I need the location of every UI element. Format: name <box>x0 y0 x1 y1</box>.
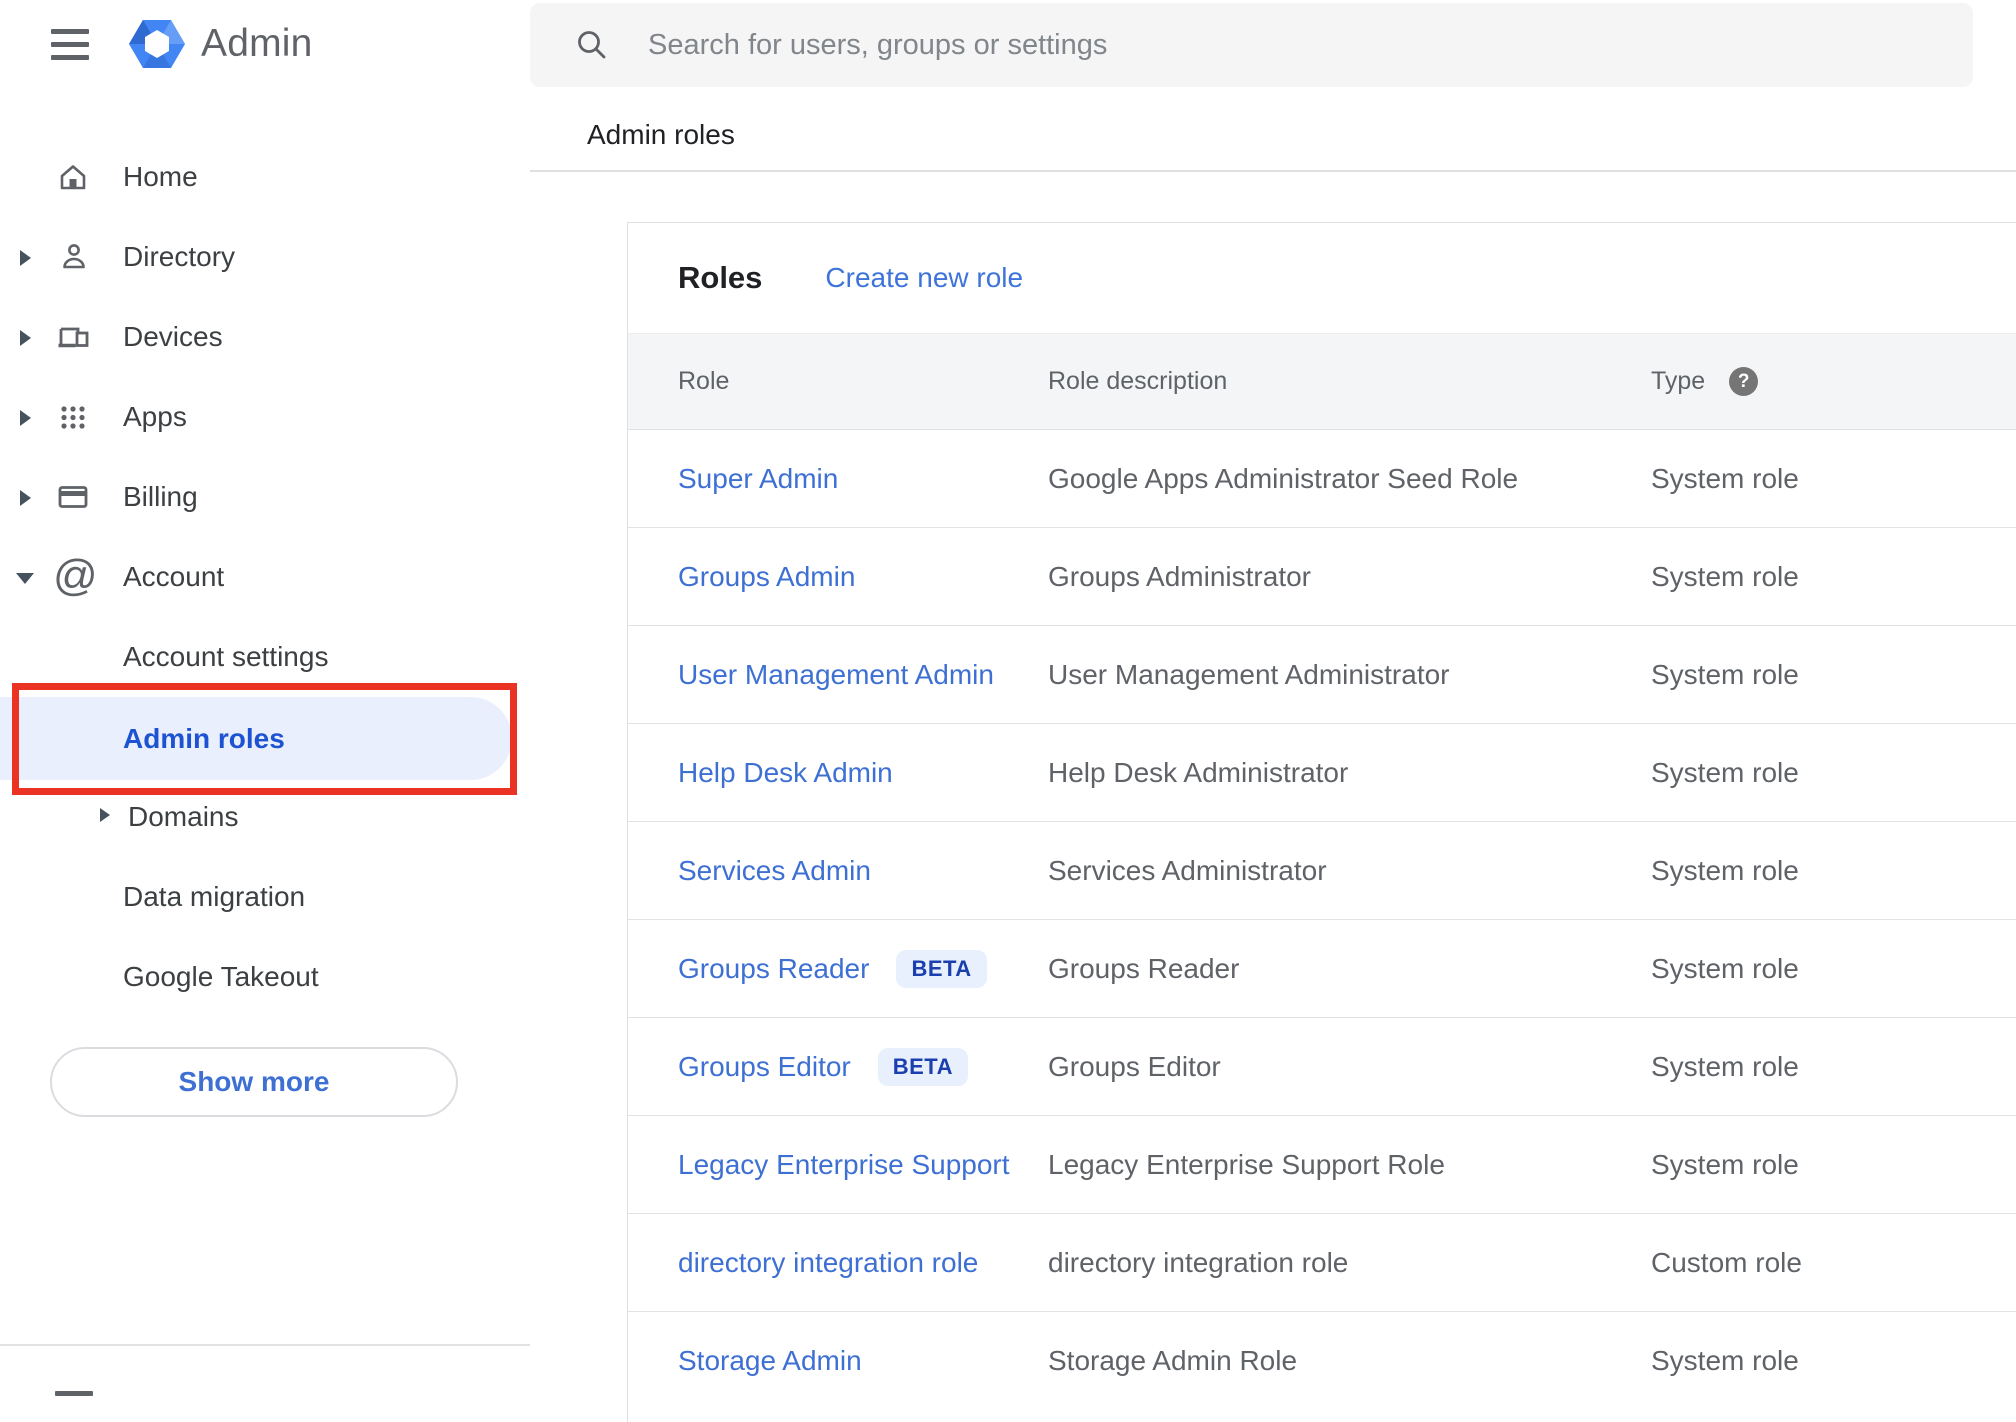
table-row: User Management Admin User Management Ad… <box>628 626 2016 724</box>
search-input[interactable] <box>530 3 1973 87</box>
sidebar-item-label: Google Takeout <box>123 961 319 992</box>
table-row: Services Admin Services Administrator Sy… <box>628 822 2016 920</box>
role-description: Google Apps Administrator Seed Role <box>1048 462 1519 494</box>
sidebar-item-label: Domains <box>128 801 239 832</box>
table-row: Legacy Enterprise Support Legacy Enterpr… <box>628 1116 2016 1214</box>
sidebar-item-billing[interactable]: Billing <box>0 457 530 537</box>
role-description: Groups Editor <box>1048 1050 1221 1082</box>
role-type: System role <box>1651 952 1799 984</box>
sidebar-item-label: Data migration <box>123 881 306 912</box>
table-header-row: Role Role description Type ? <box>628 333 2016 430</box>
sidebar-item-devices[interactable]: Devices <box>0 297 530 377</box>
expand-arrow-icon[interactable] <box>100 808 110 822</box>
role-description: User Management Administrator <box>1048 658 1450 690</box>
role-description: Help Desk Administrator <box>1048 756 1349 788</box>
credit-card-icon <box>58 486 88 508</box>
role-description: Storage Admin Role <box>1048 1345 1298 1376</box>
partially-visible-icon <box>55 1391 93 1396</box>
role-type: Custom role <box>1651 1246 1802 1278</box>
role-type: System role <box>1651 1345 1799 1376</box>
table-body: Super Admin Google Apps Administrator Se… <box>628 430 2016 1410</box>
role-type: System role <box>1651 1148 1799 1180</box>
role-link[interactable]: Groups Editor <box>678 1051 851 1082</box>
search-bar[interactable] <box>530 3 1973 87</box>
sidebar-item-label: Account settings <box>123 641 329 672</box>
role-link[interactable]: Services Admin <box>678 855 871 886</box>
role-type: System role <box>1651 756 1799 788</box>
sidebar-item-domains[interactable]: Domains <box>0 777 530 857</box>
sidebar-item-label: Home <box>123 161 198 192</box>
create-new-role-link[interactable]: Create new role <box>825 262 1023 294</box>
expand-arrow-icon[interactable] <box>20 330 31 346</box>
apps-grid-icon <box>61 406 85 429</box>
role-description: Services Administrator <box>1048 854 1327 886</box>
sidebar-item-account-settings[interactable]: Account settings <box>0 617 530 697</box>
role-description: Groups Reader <box>1048 952 1240 984</box>
breadcrumb: Admin roles <box>587 119 735 150</box>
role-link[interactable]: User Management Admin <box>678 659 994 690</box>
expand-arrow-icon[interactable] <box>20 410 31 426</box>
table-row: Super Admin Google Apps Administrator Se… <box>628 430 2016 528</box>
table-row: directory integration role directory int… <box>628 1214 2016 1312</box>
sidebar-item-label: Directory <box>123 241 236 272</box>
help-icon[interactable]: ? <box>1729 367 1759 396</box>
at-sign-icon: @ <box>53 551 98 600</box>
sidebar-nav: Home Directory Devices Apps Billing @ Ac… <box>0 137 530 1017</box>
hamburger-menu-icon[interactable] <box>51 29 89 60</box>
devices-icon <box>58 327 89 348</box>
role-type: System role <box>1651 1050 1799 1082</box>
sidebar-item-apps[interactable]: Apps <box>0 377 530 457</box>
table-row: Groups Editor BETA Groups Editor System r… <box>628 1018 2016 1116</box>
role-link[interactable]: Groups Reader <box>678 953 869 984</box>
role-type: System role <box>1651 658 1799 690</box>
column-header-role: Role <box>678 367 730 395</box>
sidebar-bottom-divider <box>0 1344 530 1346</box>
role-description: Legacy Enterprise Support Role <box>1048 1148 1445 1180</box>
roles-card-header: Roles Create new role <box>628 223 2016 333</box>
sidebar-item-home[interactable]: Home <box>0 137 530 217</box>
expand-arrow-icon[interactable] <box>20 490 31 506</box>
show-more-button[interactable]: Show more <box>50 1047 458 1117</box>
roles-card: Roles Create new role Role Role descript… <box>627 222 2016 1422</box>
sidebar-item-account[interactable]: @ Account <box>0 537 530 617</box>
role-type: System role <box>1651 462 1799 494</box>
person-icon <box>63 244 85 269</box>
table-row: Storage Admin Storage Admin Role System … <box>628 1312 2016 1410</box>
content-divider <box>530 170 2016 172</box>
beta-badge: BETA <box>896 949 987 988</box>
sidebar-item-directory[interactable]: Directory <box>0 217 530 297</box>
home-icon <box>60 165 86 190</box>
beta-badge: BETA <box>877 1047 969 1086</box>
sidebar-item-label: Account <box>123 561 225 592</box>
app-title: Admin <box>201 22 313 65</box>
expand-arrow-icon[interactable] <box>20 250 31 266</box>
role-link[interactable]: Legacy Enterprise Support <box>678 1149 1010 1180</box>
role-link[interactable]: Groups Admin <box>678 561 855 592</box>
table-row: Help Desk Admin Help Desk Administrator … <box>628 724 2016 822</box>
role-link[interactable]: directory integration role <box>678 1247 978 1278</box>
role-type: System role <box>1651 854 1799 886</box>
table-row: Groups Reader BETA Groups Reader System r… <box>628 920 2016 1018</box>
sidebar-item-admin-roles-selected[interactable]: Admin roles <box>0 697 512 780</box>
sidebar-item-google-takeout[interactable]: Google Takeout <box>0 937 530 1017</box>
role-type: System role <box>1651 560 1799 592</box>
sidebar-item-label: Devices <box>123 321 223 352</box>
role-description: directory integration role <box>1048 1246 1349 1278</box>
role-link[interactable]: Super Admin <box>678 463 838 494</box>
role-link[interactable]: Help Desk Admin <box>678 757 893 788</box>
role-link[interactable]: Storage Admin <box>678 1345 862 1376</box>
collapse-arrow-icon[interactable] <box>16 573 34 584</box>
column-header-role-description: Role description <box>1048 367 1228 395</box>
column-header-type: Type <box>1651 367 1706 395</box>
sidebar-item-label: Billing <box>123 481 198 512</box>
sidebar-item-label: Apps <box>123 401 187 432</box>
role-description: Groups Administrator <box>1048 560 1311 592</box>
panel-title: Roles <box>678 260 763 295</box>
sidebar-item-data-migration[interactable]: Data migration <box>0 857 530 937</box>
sidebar: Admin Home Directory Devices Apps Billin… <box>0 0 530 1396</box>
sidebar-item-label: Admin roles <box>123 723 285 754</box>
table-row: Groups Admin Groups Administrator System… <box>628 528 2016 626</box>
admin-hexagon-logo-icon <box>129 20 185 68</box>
